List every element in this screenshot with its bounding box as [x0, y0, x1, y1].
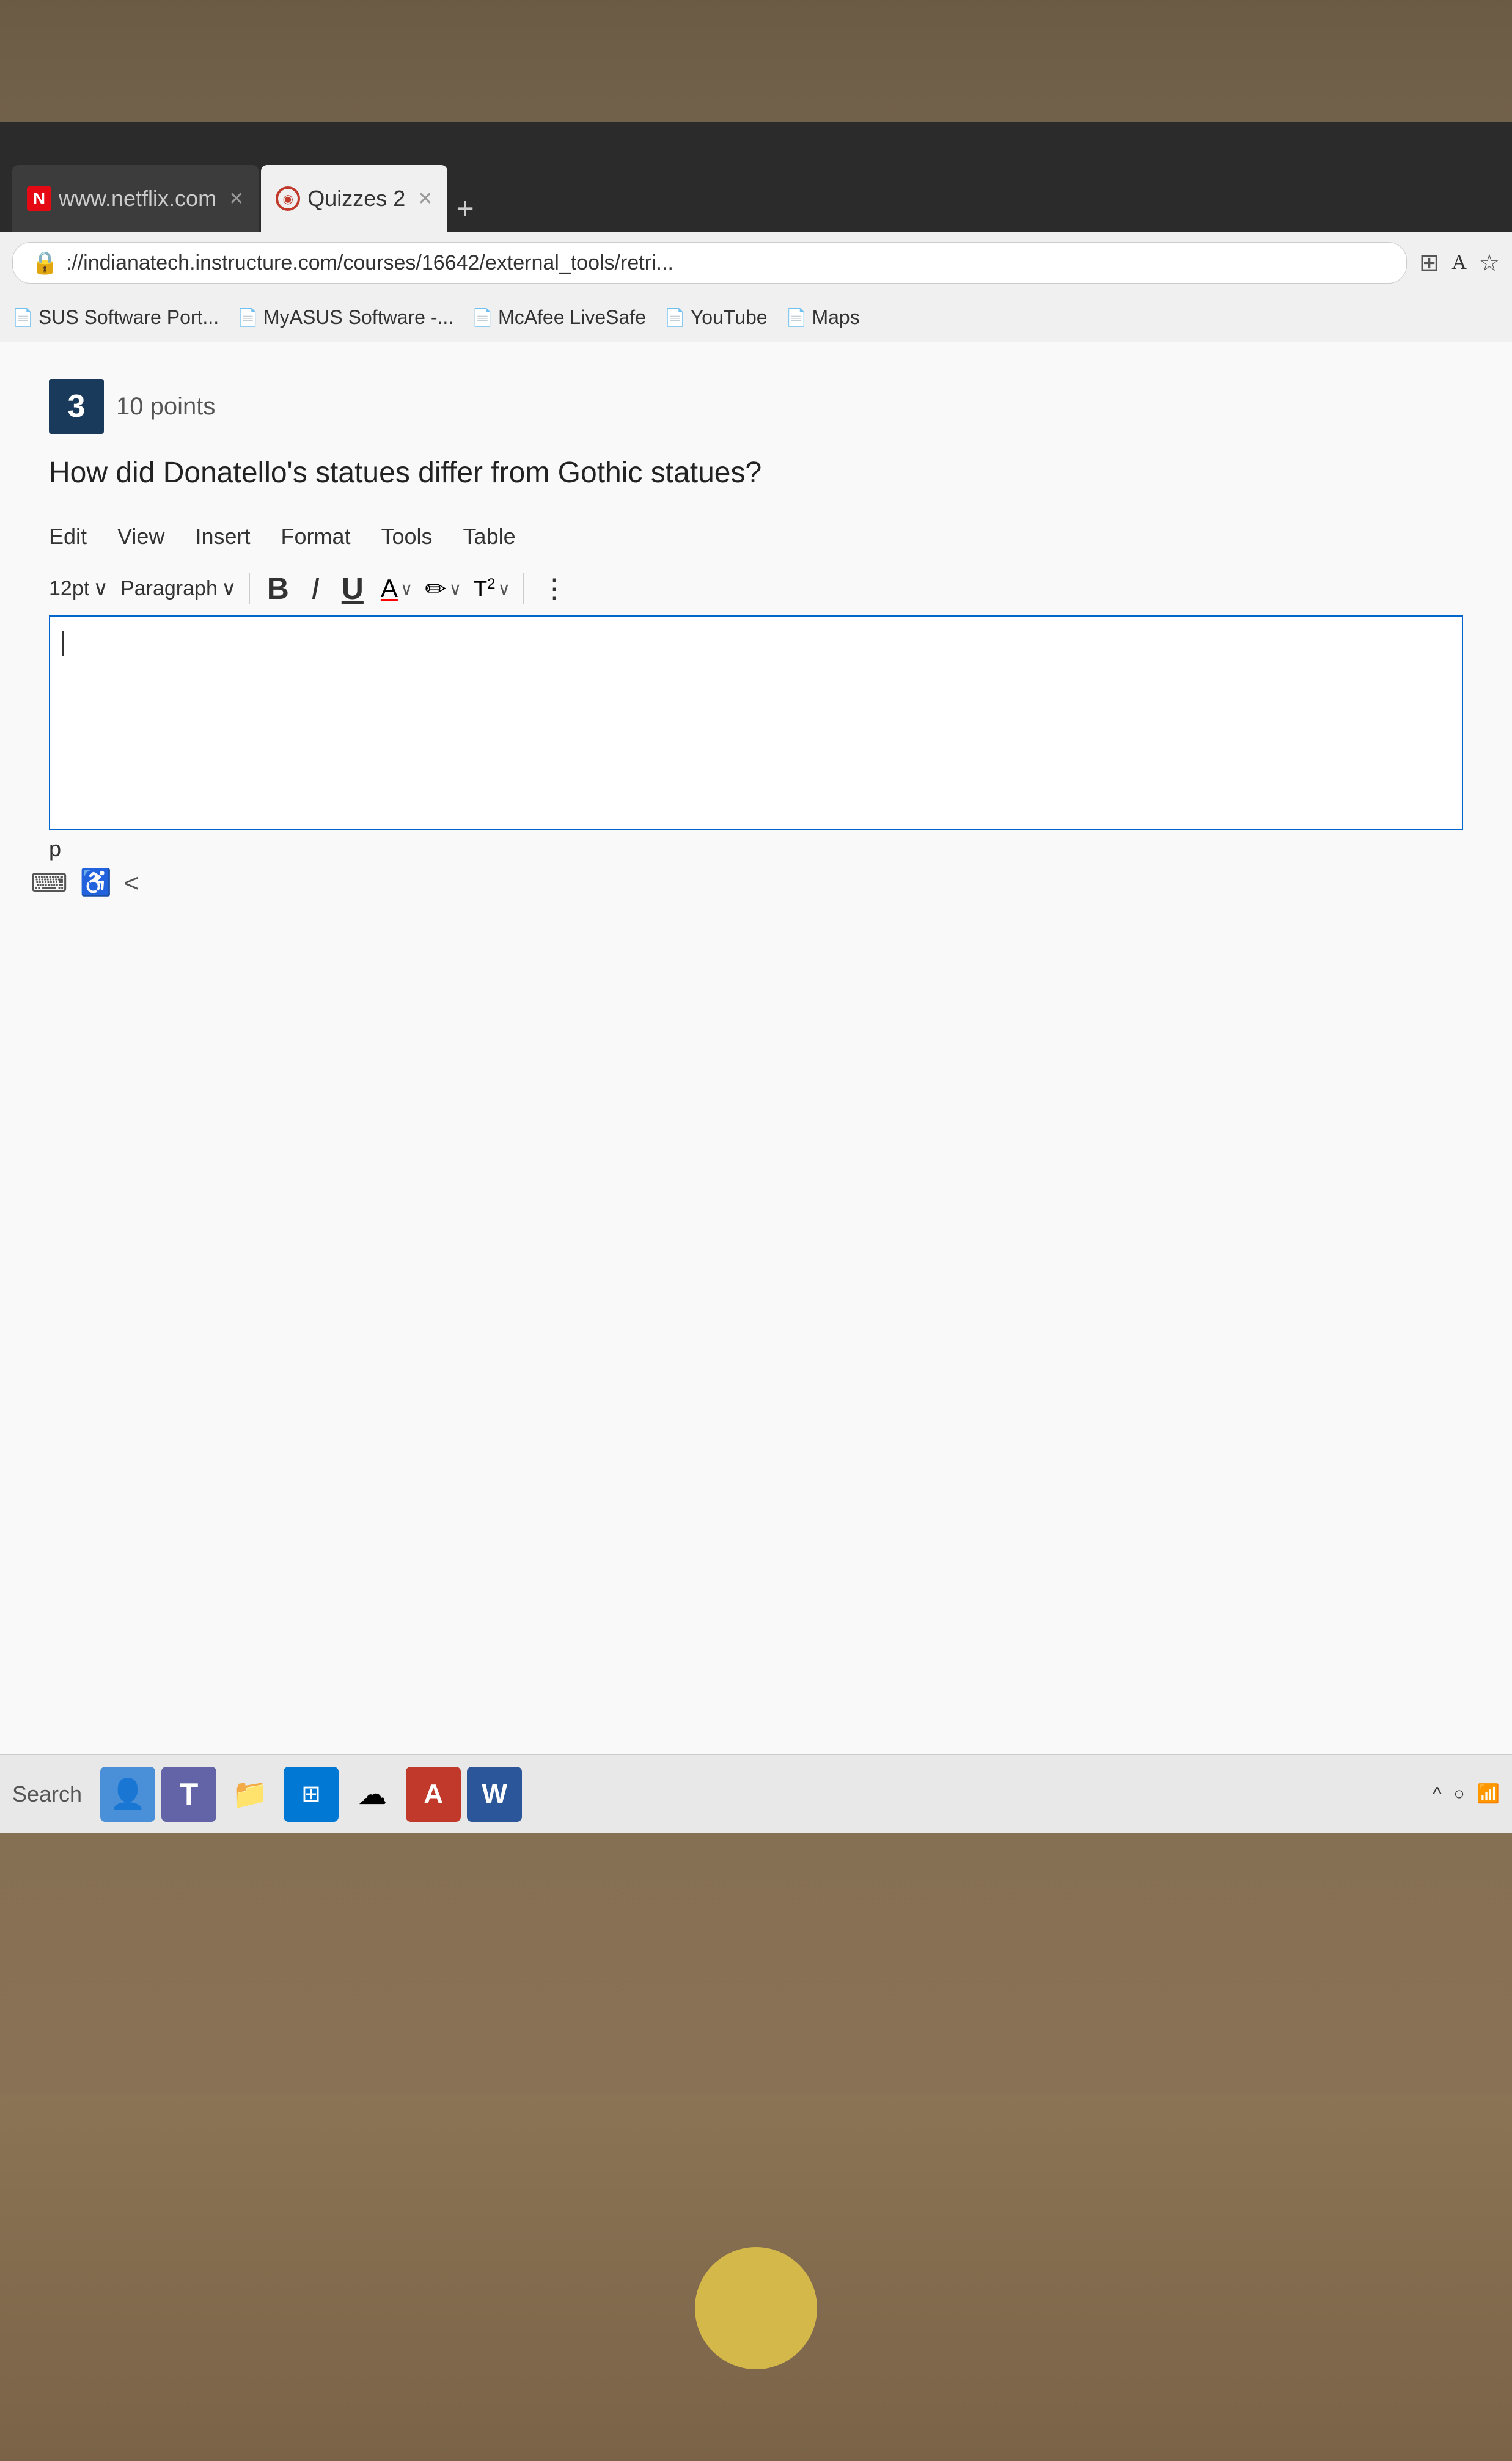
- desk-area: [0, 2094, 1512, 2461]
- favorites-icon[interactable]: ☆: [1479, 249, 1500, 277]
- bookmark-mcafee[interactable]: 📄 McAfee LiveSafe: [472, 306, 646, 329]
- underline-button[interactable]: U: [337, 568, 369, 609]
- question-header: 3 10 points: [49, 379, 1463, 434]
- taskbar: Search 👤 T 📁 ⊞ ☁ A W ^ ○ 📶: [0, 1754, 1512, 1833]
- taskbar-acrobat-icon[interactable]: A: [406, 1767, 461, 1822]
- font-size-selector[interactable]: 12pt ∨: [49, 576, 108, 601]
- question-points: 10 points: [116, 393, 215, 420]
- bookmark-label-3: McAfee LiveSafe: [498, 306, 646, 329]
- address-bar-row: 🔒 ://indianatech.instructure.com/courses…: [0, 232, 1512, 293]
- taskbar-system-tray: ^ ○ 📶: [1433, 1783, 1500, 1805]
- superscript-chevron: ∨: [497, 579, 510, 599]
- lock-icon: 🔒: [31, 250, 59, 276]
- font-color-dropdown[interactable]: A ∨: [381, 574, 413, 603]
- bookmark-icon-1: 📄: [12, 307, 34, 328]
- screen: N www.netflix.com ✕ ◉ Quizzes 2 ✕ + 🔒 :/…: [0, 122, 1512, 1833]
- keyboard-icon[interactable]: ⌨: [31, 868, 68, 898]
- bookmark-asus-software-port[interactable]: 📄 SUS Software Port...: [12, 306, 219, 329]
- superscript-dropdown[interactable]: T2 ∨: [474, 576, 510, 602]
- editor-footer: p: [49, 830, 1463, 868]
- bookmark-icon-4: 📄: [664, 307, 686, 328]
- page-content: 3 10 points How did Donatello's statues …: [0, 342, 1512, 1809]
- bold-button[interactable]: B: [262, 568, 294, 609]
- font-color-chevron: ∨: [400, 579, 413, 599]
- taskbar-onedrive-icon[interactable]: ☁: [345, 1767, 400, 1822]
- system-tray-circle: ○: [1454, 1784, 1465, 1805]
- address-bar[interactable]: 🔒 ://indianatech.instructure.com/courses…: [12, 242, 1407, 284]
- taskbar-teams-icon[interactable]: T: [161, 1767, 216, 1822]
- menu-format[interactable]: Format: [281, 524, 350, 549]
- bookmark-label-5: Maps: [812, 306, 859, 329]
- highlight-icon: ✏: [425, 574, 446, 604]
- menu-view[interactable]: View: [117, 524, 164, 549]
- superscript-label: T2: [474, 576, 495, 602]
- accessibility-icon[interactable]: ♿: [80, 868, 112, 898]
- bookmark-icon-3: 📄: [472, 307, 493, 328]
- menu-edit[interactable]: Edit: [49, 524, 87, 549]
- add-tab-button[interactable]: +: [450, 185, 480, 232]
- toolbar-separator-2: [523, 573, 524, 604]
- bookmark-youtube[interactable]: 📄 YouTube: [664, 306, 768, 329]
- bookmark-icon-5: 📄: [786, 307, 807, 328]
- rte-menu-bar: Edit View Insert Format Tools Table: [49, 518, 1463, 556]
- highlight-dropdown[interactable]: ✏ ∨: [425, 574, 461, 604]
- tab-canvas-label: Quizzes 2: [307, 186, 405, 211]
- more-options-button[interactable]: ⋮: [536, 571, 573, 607]
- bookmark-label-4: YouTube: [691, 306, 768, 329]
- taskbar-user-icon[interactable]: 👤: [100, 1767, 155, 1822]
- menu-tools[interactable]: Tools: [381, 524, 433, 549]
- netflix-favicon: N: [27, 186, 51, 211]
- italic-button[interactable]: I: [306, 568, 325, 609]
- arrow-icon: <: [124, 868, 139, 898]
- monitor-outer: N www.netflix.com ✕ ◉ Quizzes 2 ✕ + 🔒 :/…: [0, 0, 1512, 2461]
- question-number: 3: [49, 379, 104, 434]
- highlight-chevron: ∨: [449, 579, 462, 599]
- tab-netflix-close[interactable]: ✕: [229, 188, 244, 210]
- paragraph-label: Paragraph: [120, 577, 218, 601]
- taskbar-search-label[interactable]: Search: [12, 1781, 82, 1807]
- address-url: ://indianatech.instructure.com/courses/1…: [66, 251, 673, 275]
- system-tray-chevron[interactable]: ^: [1433, 1784, 1441, 1805]
- menu-table[interactable]: Table: [463, 524, 516, 549]
- tab-canvas[interactable]: ◉ Quizzes 2 ✕: [261, 165, 447, 232]
- text-cursor: [62, 631, 64, 656]
- tab-bar: N www.netflix.com ✕ ◉ Quizzes 2 ✕ +: [0, 122, 1512, 232]
- tab-netflix-label: www.netflix.com: [59, 186, 216, 211]
- taskbar-file-explorer-icon[interactable]: 📁: [222, 1767, 277, 1822]
- bookmark-myasus[interactable]: 📄 MyASUS Software -...: [237, 306, 453, 329]
- menu-insert[interactable]: Insert: [195, 524, 250, 549]
- paragraph-chevron: ∨: [221, 576, 237, 601]
- browser-chrome: N www.netflix.com ✕ ◉ Quizzes 2 ✕ + 🔒 :/…: [0, 122, 1512, 293]
- read-mode-icon[interactable]: A: [1451, 251, 1467, 274]
- font-size-value: 12pt: [49, 577, 89, 601]
- yellow-object: [695, 2247, 817, 2369]
- taskbar-word-icon[interactable]: W: [467, 1767, 522, 1822]
- tab-netflix[interactable]: N www.netflix.com ✕: [12, 165, 259, 232]
- font-color-icon: A: [381, 574, 398, 603]
- address-bar-icons: ⊞ A ☆: [1419, 249, 1500, 277]
- toolbar-separator-1: [249, 573, 250, 604]
- grid-extensions-icon[interactable]: ⊞: [1419, 249, 1440, 277]
- bookmark-label-1: SUS Software Port...: [39, 306, 219, 329]
- bookmark-icon-2: 📄: [237, 307, 259, 328]
- bookmark-maps[interactable]: 📄 Maps: [786, 306, 860, 329]
- canvas-favicon: ◉: [276, 186, 300, 211]
- question-text: How did Donatello's statues differ from …: [49, 452, 1463, 493]
- bottom-accessibility-toolbar: ⌨ ♿ <: [31, 868, 1445, 898]
- rte-toolbar: 12pt ∨ Paragraph ∨ B I U A ∨ ✏ ∨: [49, 562, 1463, 616]
- font-size-chevron: ∨: [93, 576, 108, 601]
- editor-area[interactable]: [49, 616, 1463, 830]
- paragraph-tag: p: [49, 836, 61, 861]
- tab-canvas-close[interactable]: ✕: [417, 188, 433, 210]
- bookmarks-bar: 📄 SUS Software Port... 📄 MyASUS Software…: [0, 293, 1512, 342]
- teams-label: T: [180, 1777, 199, 1812]
- system-tray-wifi[interactable]: 📶: [1477, 1783, 1500, 1805]
- bookmark-label-2: MyASUS Software -...: [263, 306, 453, 329]
- taskbar-windows-icon[interactable]: ⊞: [284, 1767, 339, 1822]
- paragraph-selector[interactable]: Paragraph ∨: [120, 576, 237, 601]
